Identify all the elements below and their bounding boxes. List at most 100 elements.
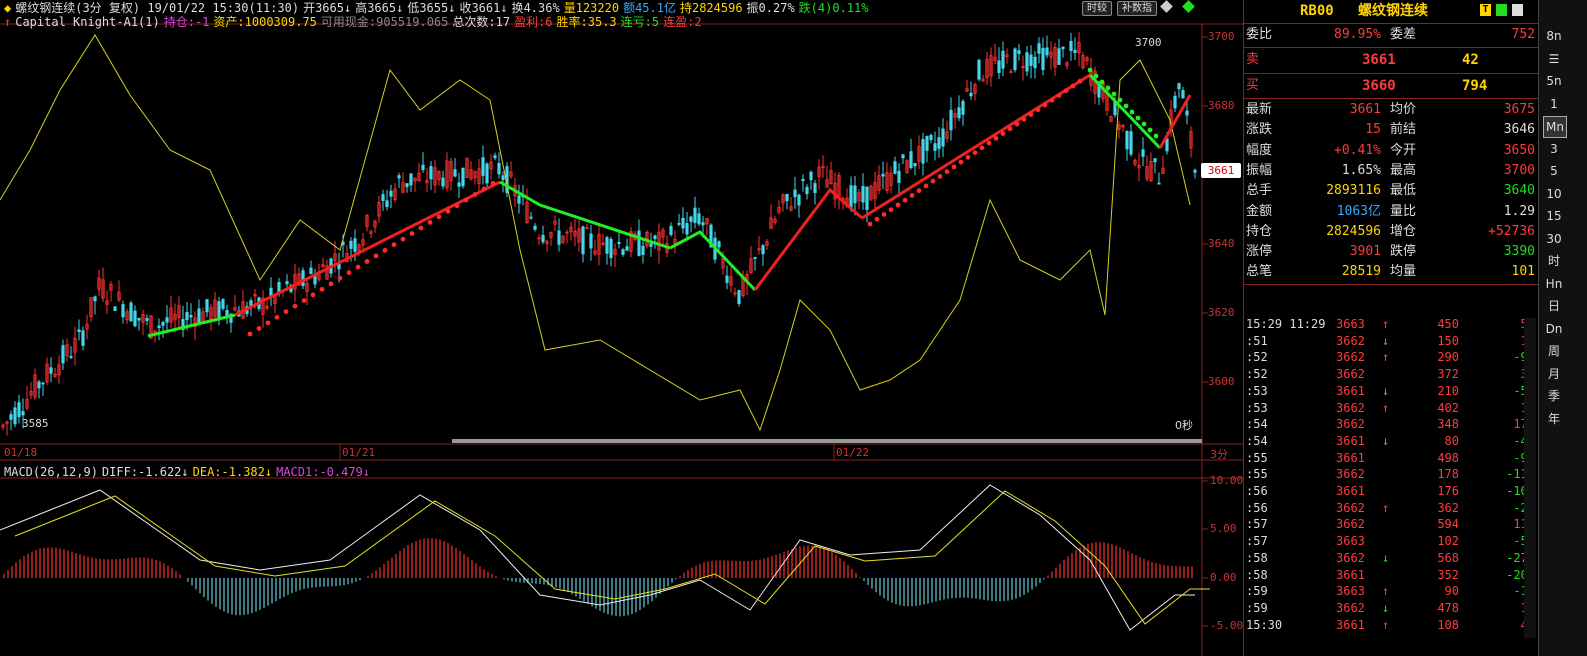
period-button-15[interactable]: 月	[1543, 364, 1565, 384]
candle-body	[793, 189, 797, 198]
buy-row[interactable]: 买 3660 794	[1244, 76, 1539, 96]
stat-label: 均量	[1390, 264, 1417, 280]
tick-row[interactable]: :563662↑362-24	[1244, 500, 1539, 516]
candle-body	[501, 175, 505, 181]
sar-dot	[902, 197, 908, 203]
symbol-info: 螺纹钢连续(3分 复权) 19/01/22 15:30(11:30)	[15, 1, 300, 15]
macd-header: MACD(26,12,9) DIFF:-1.622↓ DEA:-1.382↓ MACD…	[4, 464, 374, 480]
period-button-3[interactable]: 1	[1543, 94, 1565, 114]
period-button-16[interactable]: 季	[1543, 386, 1565, 406]
sar-dot	[979, 145, 985, 151]
tick-list-scrollbar[interactable]	[1524, 318, 1536, 638]
sar-dot	[319, 286, 325, 292]
tick-row[interactable]: :58 3661 352 -206	[1244, 567, 1539, 583]
candle-body	[893, 161, 897, 174]
sell-volume: 42	[1462, 52, 1479, 68]
period-button-4[interactable]: Mn	[1543, 116, 1567, 138]
period-button-7[interactable]: 10	[1543, 184, 1565, 204]
period-button-10[interactable]: 时	[1543, 251, 1565, 271]
tick-row[interactable]: 15:303661↑10842	[1244, 617, 1539, 633]
period-button-6[interactable]: 5	[1543, 161, 1565, 181]
tick-row[interactable]: :55 3662 178 -110	[1244, 466, 1539, 482]
chart-area[interactable]: ◆ 螺纹钢连续(3分 复权) 19/01/22 15:30(11:30) 开3665…	[0, 0, 1243, 656]
macd-diff-line	[0, 484, 1195, 631]
period-button-8[interactable]: 15	[1543, 206, 1565, 226]
stat-value: 3901	[1349, 244, 1381, 260]
candle-body	[849, 185, 853, 210]
green-square-icon[interactable]	[1496, 4, 1507, 16]
tick-direction: ↑	[1382, 400, 1390, 415]
current-price-tag: 3661	[1201, 163, 1241, 178]
macd-tick: 5.00	[1210, 522, 1237, 535]
tick-row[interactable]: :543661↓80-44	[1244, 433, 1539, 449]
strategy-assets: 资产:1000309.75	[213, 15, 317, 29]
strategy-wins: 连盈:2	[663, 15, 702, 29]
candle-body	[969, 92, 973, 97]
tick-volume: 290	[1437, 350, 1459, 365]
candle-body	[381, 194, 385, 202]
candle-body	[653, 235, 657, 240]
price-chart-svg[interactable]	[0, 0, 1243, 656]
sell-row[interactable]: 卖 3661 42	[1244, 50, 1539, 70]
time-compare-button[interactable]: 时较	[1082, 1, 1112, 16]
stat-label: 总手	[1246, 183, 1273, 199]
tick-row[interactable]: :553661498-90	[1244, 450, 1539, 466]
macd-macd1: MACD1:-0.479↓	[276, 465, 371, 479]
stat-value: 3650	[1503, 142, 1535, 158]
sar-dot	[881, 212, 887, 217]
candle-body	[1141, 149, 1145, 157]
candle-body	[457, 182, 461, 187]
stat-value: 1.65%	[1341, 162, 1381, 178]
tick-row[interactable]: :573662594110	[1244, 516, 1539, 532]
period-button-5[interactable]: 3	[1543, 139, 1565, 159]
macd-tick: -5.00	[1210, 619, 1244, 632]
sar-dot	[1070, 83, 1076, 89]
candle-body	[785, 193, 789, 202]
stat-label: 最新	[1246, 102, 1273, 117]
period-button-0[interactable]: 8n	[1543, 26, 1565, 46]
candle-body	[725, 275, 729, 283]
tick-row[interactable]: :56 3661 176 -104	[1244, 483, 1539, 499]
period-button-13[interactable]: Dn	[1543, 319, 1565, 339]
candle-body	[813, 183, 817, 194]
tick-row[interactable]: :58 3662 ↓ 568 -278	[1244, 550, 1539, 566]
t-icon[interactable]: T	[1480, 4, 1491, 16]
period-button-11[interactable]: Hn	[1543, 274, 1565, 294]
tick-row[interactable]: :593663↑90-12	[1244, 583, 1539, 599]
horizontal-scrollbar[interactable]	[452, 439, 1202, 443]
tick-row[interactable]: :513662↓15014	[1244, 333, 1539, 349]
candle-body	[801, 178, 805, 182]
stat-row: 涨停 3901 跌停 3390	[1244, 242, 1539, 262]
tick-direction: ↑	[1382, 317, 1390, 331]
candle-body	[697, 213, 701, 225]
period-button-12[interactable]: 日	[1543, 296, 1565, 316]
buy-volume: 794	[1462, 78, 1488, 94]
sar-dot	[1049, 97, 1055, 103]
period-button-2[interactable]: 5n	[1543, 71, 1565, 91]
sar-dot	[1111, 91, 1117, 97]
tick-row[interactable]: :52366237234	[1244, 366, 1539, 382]
period-button-14[interactable]: 周	[1543, 341, 1565, 361]
period-button-17[interactable]: 年	[1543, 409, 1565, 429]
tick-row[interactable]: :593662↓47810	[1244, 600, 1539, 616]
stat-label: 振幅	[1246, 162, 1273, 178]
period-button-9[interactable]: 30	[1543, 229, 1565, 249]
tick-row[interactable]: :523662↑290-98	[1244, 349, 1539, 365]
period-button-1[interactable]: ☰	[1543, 49, 1565, 69]
tick-row[interactable]: :533661↓210-54	[1244, 383, 1539, 399]
candle-body	[717, 241, 721, 248]
candle-body	[761, 245, 765, 255]
tick-row[interactable]: :573663102-54	[1244, 533, 1539, 549]
tick-row[interactable]: 15:29 11:293663↑45054	[1244, 316, 1539, 332]
candle-body	[453, 169, 457, 177]
candle-body	[1041, 47, 1045, 71]
candle-body	[961, 100, 965, 115]
supplement-button[interactable]: 补数指	[1117, 1, 1157, 16]
tick-row[interactable]: :533662↑40218	[1244, 400, 1539, 416]
tick-row[interactable]: :543662348178	[1244, 416, 1539, 432]
tick-direction: ↓	[1382, 383, 1390, 398]
sar-dot	[454, 203, 460, 209]
sar-dot	[1129, 109, 1135, 115]
white-square-icon[interactable]	[1512, 4, 1523, 16]
tick-price: 3662	[1336, 467, 1365, 482]
